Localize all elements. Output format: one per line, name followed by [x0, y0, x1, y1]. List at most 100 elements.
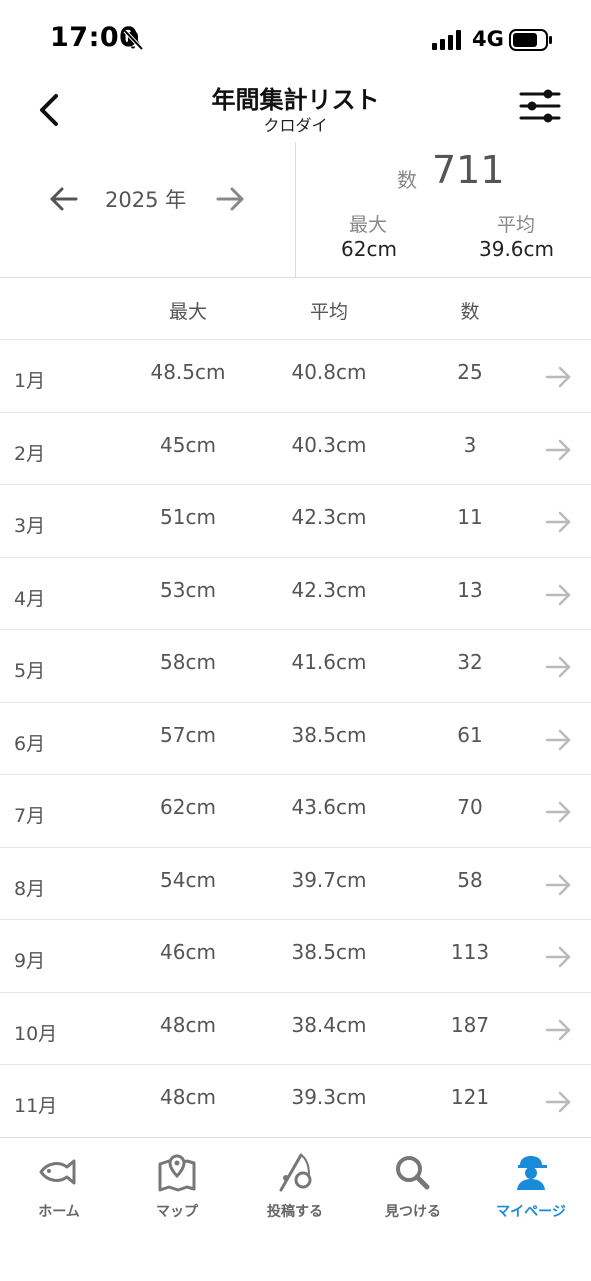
column-header-count: 数	[460, 301, 480, 323]
tab-mypage[interactable]: マイページ	[472, 1138, 590, 1238]
count-cell: 32	[457, 650, 483, 674]
summary-panel: 2025 年 数 711 最大 62cm 平均 39.6cm	[0, 142, 591, 278]
prev-year-arrow-icon[interactable]	[48, 184, 80, 214]
max-size-value: 62cm	[341, 237, 397, 261]
month-label: 8月	[14, 877, 46, 900]
filter-settings-icon[interactable]	[518, 86, 562, 126]
tab-label: 見つける	[385, 1204, 441, 1220]
arrow-right-icon	[545, 946, 571, 968]
table-row[interactable]: 1月 48.5cm 40.8cm 25	[0, 340, 591, 413]
month-label: 1月	[14, 370, 46, 392]
max-cell: 51cm	[160, 505, 216, 529]
count-cell: 113	[450, 940, 490, 964]
arrow-right-icon	[545, 874, 571, 895]
max-cell: 46cm	[160, 940, 216, 964]
page-subtitle: クロダイ	[263, 116, 328, 135]
table-row[interactable]: 8月 54cm 39.7cm 58	[0, 848, 591, 920]
avg-cell: 42.3cm	[291, 577, 367, 602]
month-label: 10月	[14, 1022, 58, 1045]
avg-cell: 40.3cm	[291, 432, 367, 457]
max-cell: 48cm	[160, 1085, 216, 1109]
table-header: 最大 平均 数	[0, 277, 591, 340]
table-row[interactable]: 9月 46cm 38.5cm 113	[0, 920, 591, 993]
column-header-avg: 平均	[309, 301, 348, 323]
table-row[interactable]: 10月 48cm 38.4cm 187	[0, 993, 591, 1065]
count-cell: 121	[450, 1085, 490, 1109]
table-row[interactable]: 6月 57cm 38.5cm 61	[0, 703, 591, 775]
month-label: 9月	[14, 950, 46, 972]
table-row[interactable]: 11月 48cm 39.3cm 121	[0, 1065, 591, 1138]
network-type: 4G	[472, 27, 504, 51]
arrow-right-icon	[545, 729, 571, 750]
month-label: 6月	[14, 732, 46, 755]
tab-label: 投稿する	[267, 1204, 323, 1220]
fishing-rod-icon	[279, 1153, 312, 1192]
count-cell: 70	[457, 795, 483, 819]
max-cell: 62cm	[160, 795, 216, 819]
page-title: 年間集計リスト	[211, 86, 380, 114]
arrow-right-icon	[545, 584, 571, 605]
tab-home[interactable]: ホーム	[0, 1138, 118, 1238]
table-row[interactable]: 3月 51cm 42.3cm 11	[0, 485, 591, 558]
count-cell: 13	[457, 577, 483, 602]
arrow-right-icon	[545, 801, 571, 823]
avg-cell: 43.6cm	[291, 795, 367, 819]
tab-label: マップ	[156, 1204, 198, 1220]
avg-cell: 39.3cm	[291, 1085, 367, 1109]
count-cell: 11	[457, 505, 483, 529]
tab-find[interactable]: 見つける	[354, 1138, 472, 1238]
month-label: 4月	[14, 587, 46, 610]
count-cell: 25	[457, 360, 483, 384]
fish-icon	[39, 1159, 76, 1185]
max-size-label: 最大	[349, 214, 388, 236]
max-cell: 54cm	[160, 867, 216, 892]
arrow-right-icon	[545, 366, 571, 388]
avg-size-value: 39.6cm	[479, 237, 555, 261]
tab-label: ホーム	[38, 1204, 80, 1220]
count-cell: 61	[457, 722, 483, 747]
max-cell: 48.5cm	[150, 360, 226, 384]
max-cell: 45cm	[160, 432, 216, 457]
avg-cell: 41.6cm	[291, 650, 367, 674]
arrow-right-icon	[545, 656, 571, 678]
count-cell: 3	[463, 432, 477, 457]
monthly-list: 1月 48.5cm 40.8cm 25 2月 45cm 40.3cm 3 3月 …	[0, 340, 591, 1138]
total-count-label: 数	[397, 168, 417, 192]
arrow-right-icon	[545, 511, 571, 533]
avg-cell: 40.8cm	[291, 360, 367, 384]
max-cell: 48cm	[160, 1012, 216, 1037]
avg-cell: 42.3cm	[291, 505, 367, 529]
table-row[interactable]: 4月 53cm 42.3cm 13	[0, 558, 591, 630]
avg-cell: 38.4cm	[291, 1012, 367, 1037]
avg-cell: 39.7cm	[291, 867, 367, 892]
month-label: 3月	[14, 515, 46, 537]
table-row[interactable]: 7月 62cm 43.6cm 70	[0, 775, 591, 848]
tab-post[interactable]: 投稿する	[236, 1138, 354, 1238]
max-cell: 57cm	[160, 722, 216, 747]
tab-map[interactable]: マップ	[118, 1138, 236, 1238]
arrow-right-icon	[545, 1019, 571, 1040]
year-selector: 2025 年	[0, 142, 296, 277]
table-row[interactable]: 2月 45cm 40.3cm 3	[0, 413, 591, 485]
user-cap-icon	[517, 1156, 547, 1190]
status-bar: 17:00 4G	[0, 0, 591, 80]
nav-header: 年間集計リスト クロダイ	[0, 80, 591, 142]
year-label: 2025 年	[105, 188, 187, 212]
count-cell: 58	[457, 867, 483, 892]
max-cell: 58cm	[160, 650, 216, 674]
month-label: 5月	[14, 660, 46, 682]
next-year-arrow-icon[interactable]	[214, 184, 246, 214]
bell-off-icon	[123, 29, 144, 51]
arrow-right-icon	[545, 1091, 571, 1113]
tab-label: マイページ	[496, 1204, 566, 1220]
bottom-tab-bar: ホーム マップ 投稿する 見つける マイページ	[0, 1137, 591, 1281]
month-label: 2月	[14, 442, 46, 465]
column-header-max: 最大	[168, 301, 207, 323]
map-icon	[158, 1154, 196, 1192]
avg-cell: 38.5cm	[291, 722, 367, 747]
table-row[interactable]: 5月 58cm 41.6cm 32	[0, 630, 591, 703]
total-count-value: 711	[432, 148, 505, 192]
max-cell: 53cm	[160, 577, 216, 602]
search-icon	[396, 1156, 430, 1190]
month-label: 11月	[14, 1095, 58, 1117]
